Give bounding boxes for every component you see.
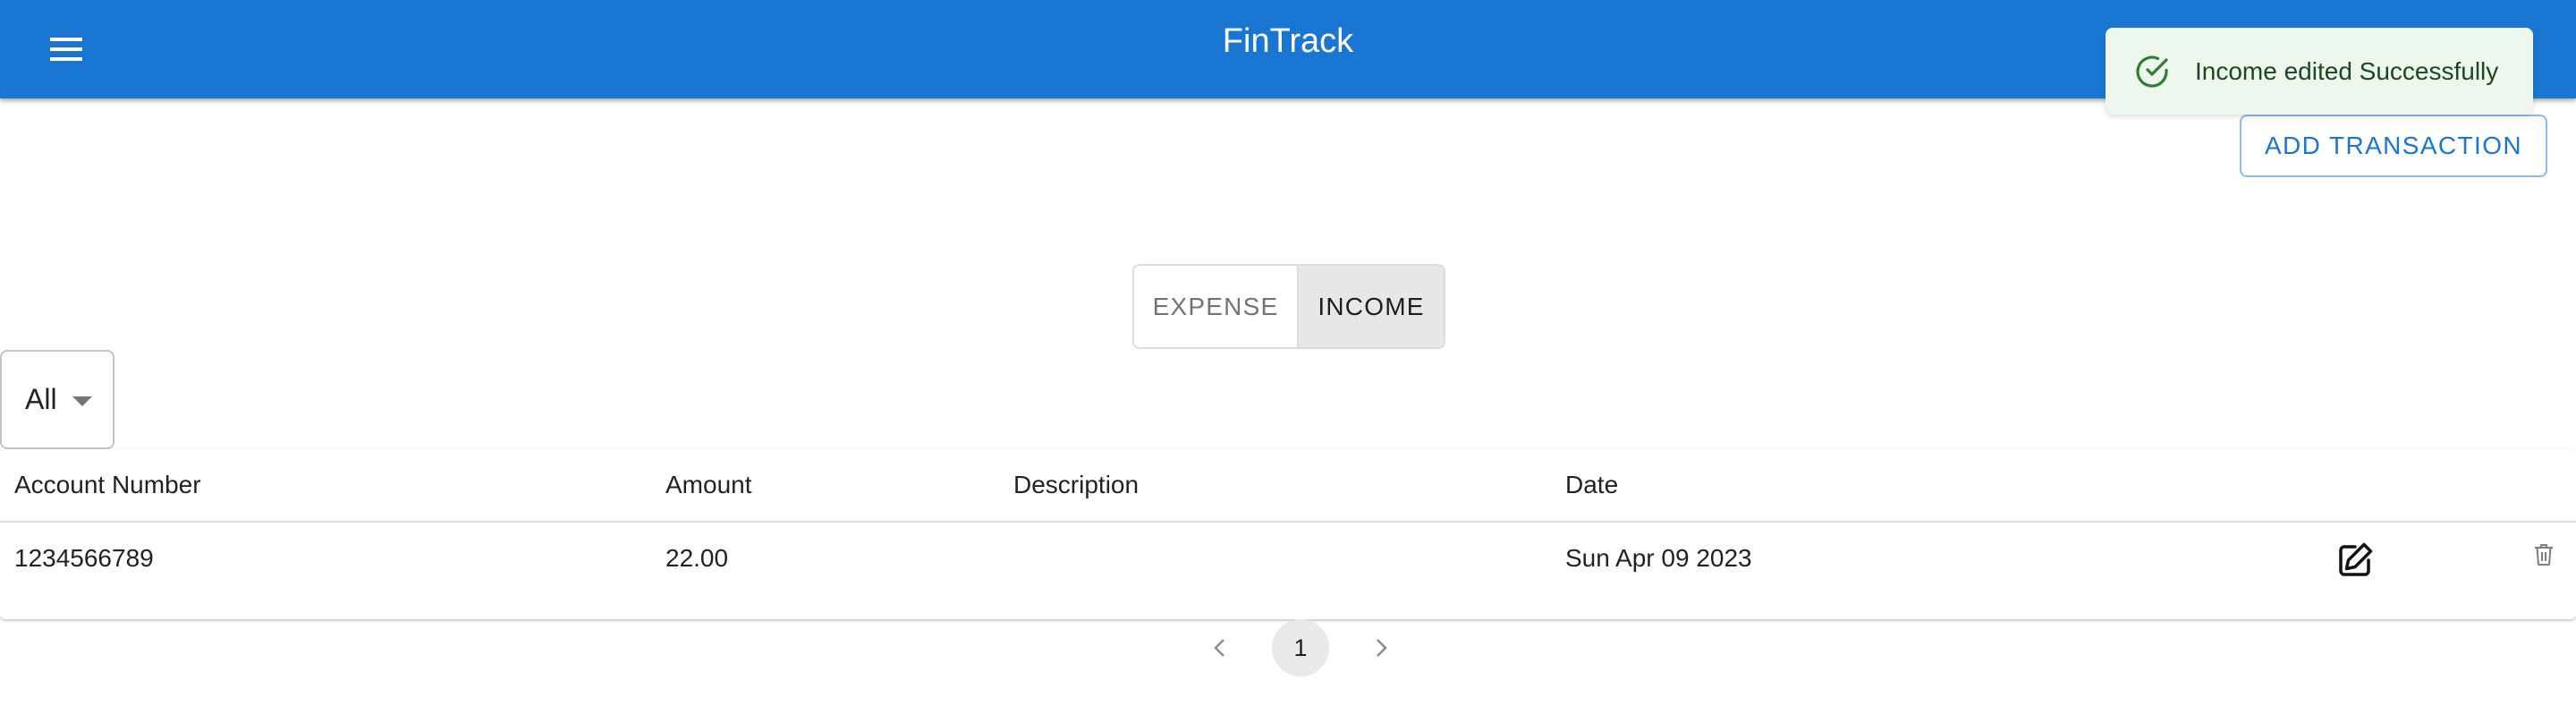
table-header: Account Number Amount Description Date [0, 449, 2576, 523]
column-header-account-number: Account Number [14, 471, 201, 498]
transactions-table: Account Number Amount Description Date 1… [0, 449, 2576, 619]
chevron-left-icon[interactable] [1193, 621, 1247, 675]
cell-account-number: 1234566789 [14, 544, 154, 572]
transaction-type-toggle: EXPENSE INCOME [1132, 264, 1445, 349]
check-circle-icon [2134, 54, 2170, 89]
account-filter-select[interactable]: All [0, 350, 114, 449]
filter-value: All [25, 383, 57, 415]
add-transaction-button[interactable]: ADD TRANSACTION [2240, 115, 2547, 177]
column-header-date: Date [1565, 471, 1619, 498]
dropdown-arrow-icon [72, 396, 92, 406]
pagination: 1 [1193, 619, 1408, 677]
cell-date: Sun Apr 09 2023 [1565, 544, 1752, 572]
toggle-expense[interactable]: EXPENSE [1134, 266, 1299, 347]
page-1-button[interactable]: 1 [1272, 619, 1329, 677]
column-header-amount: Amount [665, 471, 752, 498]
toggle-income[interactable]: INCOME [1299, 266, 1444, 347]
table-row: 1234566789 22.00 Sun Apr 09 2023 [0, 523, 2576, 616]
chevron-right-icon[interactable] [1354, 621, 1408, 675]
cell-amount: 22.00 [665, 544, 729, 572]
edit-icon[interactable] [2335, 541, 2375, 580]
trash-icon[interactable] [2533, 542, 2555, 567]
toast-message: Income edited Successfully [2195, 56, 2499, 85]
column-header-description: Description [1013, 471, 1140, 498]
success-toast: Income edited Successfully [2106, 28, 2533, 115]
